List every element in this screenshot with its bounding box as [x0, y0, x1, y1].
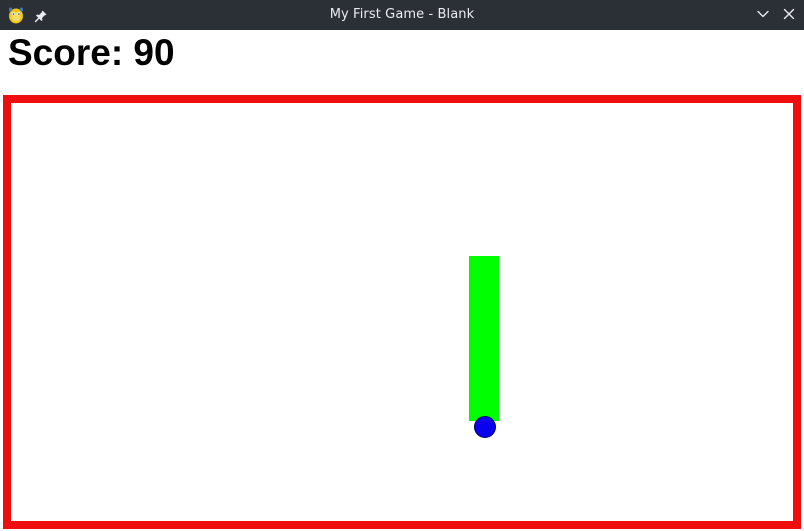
window-title: My First Game - Blank [329, 7, 475, 22]
minimize-button[interactable] [754, 5, 772, 23]
close-icon [783, 8, 795, 20]
chevron-down-icon [757, 10, 769, 18]
window-titlebar[interactable]: My First Game - Blank [0, 0, 804, 30]
window-controls [754, 5, 798, 23]
pin-icon[interactable] [34, 8, 48, 23]
green-paddle [469, 256, 499, 421]
game-playfield[interactable] [3, 95, 801, 529]
python-icon[interactable] [6, 5, 26, 25]
close-button[interactable] [780, 5, 798, 23]
score-display: Score: 90 [8, 32, 175, 73]
blue-ball [474, 416, 496, 438]
titlebar-left-icons [6, 4, 48, 26]
